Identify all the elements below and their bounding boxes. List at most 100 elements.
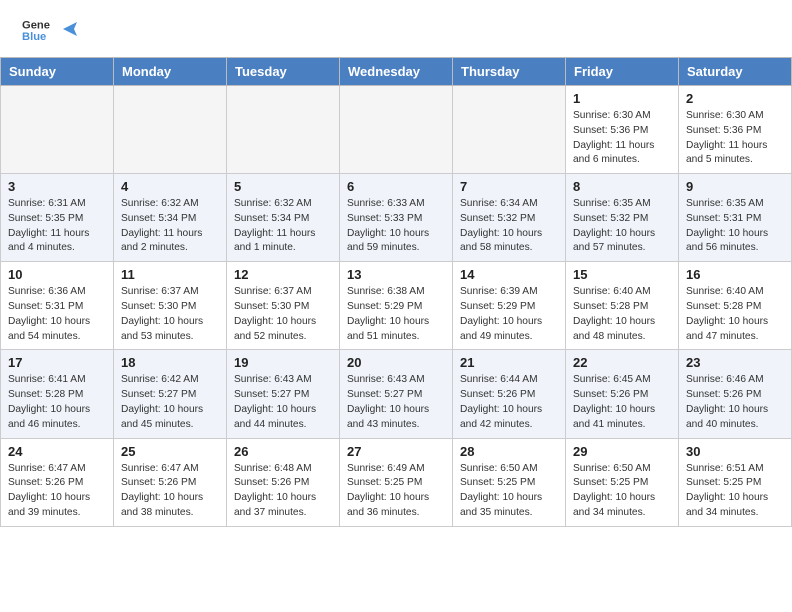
day-info: Sunrise: 6:41 AM Sunset: 5:28 PM Dayligh…	[8, 373, 106, 432]
day-number: 9	[686, 179, 784, 194]
calendar-cell: 2 Sunrise: 6:30 AM Sunset: 5:36 PM Daylig…	[679, 86, 792, 174]
calendar-cell: 10 Sunrise: 6:36 AM Sunset: 5:31 PM Dayli…	[1, 262, 114, 350]
svg-text:Blue: Blue	[22, 31, 46, 43]
calendar-cell: 25Sunrise: 6:47 AM Sunset: 5:26 PM Dayli…	[114, 438, 227, 526]
day-info: Sunrise: 6:34 AM Sunset: 5:32 PM Dayligh…	[460, 197, 558, 256]
day-info: Sunrise: 6:47 AM Sunset: 5:26 PM Dayligh…	[8, 462, 106, 521]
calendar-cell: 3Sunrise: 6:31 AM Sunset: 5:35 PM Daylig…	[1, 174, 114, 262]
weekday-header-row: SundayMondayTuesdayWednesdayThursdayFrid…	[1, 58, 792, 86]
calendar-cell: 13Sunrise: 6:38 AM Sunset: 5:29 PM Dayli…	[340, 262, 453, 350]
calendar-cell: 21 Sunrise: 6:44 AM Sunset: 5:26 PM Dayli…	[453, 350, 566, 438]
day-info: Sunrise: 6:50 AM Sunset: 5:25 PM Dayligh…	[573, 462, 671, 521]
day-number: 4	[121, 179, 219, 194]
day-number: 30	[686, 444, 784, 459]
day-number: 13	[347, 267, 445, 282]
calendar-cell: 20 Sunrise: 6:43 AM Sunset: 5:27 PM Dayli…	[340, 350, 453, 438]
calendar-week-3: 10 Sunrise: 6:36 AM Sunset: 5:31 PM Dayli…	[1, 262, 792, 350]
day-number: 2	[686, 91, 784, 106]
day-number: 18	[121, 355, 219, 370]
day-number: 19	[234, 355, 332, 370]
day-number: 11	[121, 267, 219, 282]
day-number: 27	[347, 444, 445, 459]
day-info: Sunrise: 6:37 AM Sunset: 5:30 PM Dayligh…	[121, 285, 219, 344]
day-info: Sunrise: 6:47 AM Sunset: 5:26 PM Dayligh…	[121, 462, 219, 521]
calendar-cell: 11 Sunrise: 6:37 AM Sunset: 5:30 PM Dayli…	[114, 262, 227, 350]
calendar-week-1: 1 Sunrise: 6:30 AM Sunset: 5:36 PM Daylig…	[1, 86, 792, 174]
day-number: 21	[460, 355, 558, 370]
day-info: Sunrise: 6:35 AM Sunset: 5:32 PM Dayligh…	[573, 197, 671, 256]
day-info: Sunrise: 6:43 AM Sunset: 5:27 PM Dayligh…	[234, 373, 332, 432]
calendar-cell: 28Sunrise: 6:50 AM Sunset: 5:25 PM Dayli…	[453, 438, 566, 526]
weekday-header-tuesday: Tuesday	[227, 58, 340, 86]
weekday-header-wednesday: Wednesday	[340, 58, 453, 86]
calendar-cell	[340, 86, 453, 174]
day-number: 12	[234, 267, 332, 282]
day-info: Sunrise: 6:37 AM Sunset: 5:30 PM Dayligh…	[234, 285, 332, 344]
day-number: 10	[8, 267, 106, 282]
day-info: Sunrise: 6:32 AM Sunset: 5:34 PM Dayligh…	[234, 197, 332, 256]
calendar-cell: 23Sunrise: 6:46 AM Sunset: 5:26 PM Dayli…	[679, 350, 792, 438]
day-number: 6	[347, 179, 445, 194]
logo-arrow-icon	[59, 18, 81, 40]
day-number: 14	[460, 267, 558, 282]
day-number: 5	[234, 179, 332, 194]
day-info: Sunrise: 6:33 AM Sunset: 5:33 PM Dayligh…	[347, 197, 445, 256]
day-info: Sunrise: 6:40 AM Sunset: 5:28 PM Dayligh…	[573, 285, 671, 344]
calendar-week-2: 3Sunrise: 6:31 AM Sunset: 5:35 PM Daylig…	[1, 174, 792, 262]
svg-text:General: General	[22, 20, 50, 32]
weekday-header-saturday: Saturday	[679, 58, 792, 86]
day-info: Sunrise: 6:49 AM Sunset: 5:25 PM Dayligh…	[347, 462, 445, 521]
calendar-cell: 29 Sunrise: 6:50 AM Sunset: 5:25 PM Dayli…	[566, 438, 679, 526]
calendar-table: SundayMondayTuesdayWednesdayThursdayFrid…	[0, 57, 792, 527]
calendar-cell: 12 Sunrise: 6:37 AM Sunset: 5:30 PM Dayli…	[227, 262, 340, 350]
calendar-cell: 6 Sunrise: 6:33 AM Sunset: 5:33 PM Daylig…	[340, 174, 453, 262]
day-number: 7	[460, 179, 558, 194]
calendar-cell: 14 Sunrise: 6:39 AM Sunset: 5:29 PM Dayli…	[453, 262, 566, 350]
day-info: Sunrise: 6:46 AM Sunset: 5:26 PM Dayligh…	[686, 373, 784, 432]
day-info: Sunrise: 6:44 AM Sunset: 5:26 PM Dayligh…	[460, 373, 558, 432]
day-number: 20	[347, 355, 445, 370]
calendar-cell	[114, 86, 227, 174]
calendar-cell: 19 Sunrise: 6:43 AM Sunset: 5:27 PM Dayli…	[227, 350, 340, 438]
day-info: Sunrise: 6:43 AM Sunset: 5:27 PM Dayligh…	[347, 373, 445, 432]
day-number: 1	[573, 91, 671, 106]
day-number: 8	[573, 179, 671, 194]
day-number: 15	[573, 267, 671, 282]
weekday-header-sunday: Sunday	[1, 58, 114, 86]
calendar-week-4: 17 Sunrise: 6:41 AM Sunset: 5:28 PM Dayli…	[1, 350, 792, 438]
header: General Blue	[0, 0, 792, 57]
day-info: Sunrise: 6:39 AM Sunset: 5:29 PM Dayligh…	[460, 285, 558, 344]
calendar-cell: 17 Sunrise: 6:41 AM Sunset: 5:28 PM Dayli…	[1, 350, 114, 438]
day-info: Sunrise: 6:31 AM Sunset: 5:35 PM Dayligh…	[8, 197, 106, 256]
calendar-cell	[453, 86, 566, 174]
day-info: Sunrise: 6:32 AM Sunset: 5:34 PM Dayligh…	[121, 197, 219, 256]
calendar-cell: 1 Sunrise: 6:30 AM Sunset: 5:36 PM Daylig…	[566, 86, 679, 174]
day-number: 17	[8, 355, 106, 370]
calendar-cell: 18 Sunrise: 6:42 AM Sunset: 5:27 PM Dayli…	[114, 350, 227, 438]
day-info: Sunrise: 6:30 AM Sunset: 5:36 PM Dayligh…	[686, 109, 784, 168]
calendar-cell	[227, 86, 340, 174]
calendar-cell: 15 Sunrise: 6:40 AM Sunset: 5:28 PM Dayli…	[566, 262, 679, 350]
calendar-cell: 27 Sunrise: 6:49 AM Sunset: 5:25 PM Dayli…	[340, 438, 453, 526]
calendar-cell: 9 Sunrise: 6:35 AM Sunset: 5:31 PM Daylig…	[679, 174, 792, 262]
day-number: 29	[573, 444, 671, 459]
calendar-cell: 24 Sunrise: 6:47 AM Sunset: 5:26 PM Dayli…	[1, 438, 114, 526]
weekday-header-friday: Friday	[566, 58, 679, 86]
day-info: Sunrise: 6:35 AM Sunset: 5:31 PM Dayligh…	[686, 197, 784, 256]
day-info: Sunrise: 6:30 AM Sunset: 5:36 PM Dayligh…	[573, 109, 671, 168]
day-info: Sunrise: 6:45 AM Sunset: 5:26 PM Dayligh…	[573, 373, 671, 432]
calendar-cell: 8 Sunrise: 6:35 AM Sunset: 5:32 PM Daylig…	[566, 174, 679, 262]
calendar-cell: 30Sunrise: 6:51 AM Sunset: 5:25 PM Dayli…	[679, 438, 792, 526]
calendar-cell: 16Sunrise: 6:40 AM Sunset: 5:28 PM Dayli…	[679, 262, 792, 350]
calendar-cell: 4 Sunrise: 6:32 AM Sunset: 5:34 PM Daylig…	[114, 174, 227, 262]
day-info: Sunrise: 6:40 AM Sunset: 5:28 PM Dayligh…	[686, 285, 784, 344]
day-number: 24	[8, 444, 106, 459]
day-number: 22	[573, 355, 671, 370]
calendar-cell: 26Sunrise: 6:48 AM Sunset: 5:26 PM Dayli…	[227, 438, 340, 526]
day-info: Sunrise: 6:36 AM Sunset: 5:31 PM Dayligh…	[8, 285, 106, 344]
day-info: Sunrise: 6:42 AM Sunset: 5:27 PM Dayligh…	[121, 373, 219, 432]
weekday-header-monday: Monday	[114, 58, 227, 86]
calendar-cell: 5 Sunrise: 6:32 AM Sunset: 5:34 PM Daylig…	[227, 174, 340, 262]
logo-icon: General Blue	[22, 16, 50, 44]
calendar-cell	[1, 86, 114, 174]
